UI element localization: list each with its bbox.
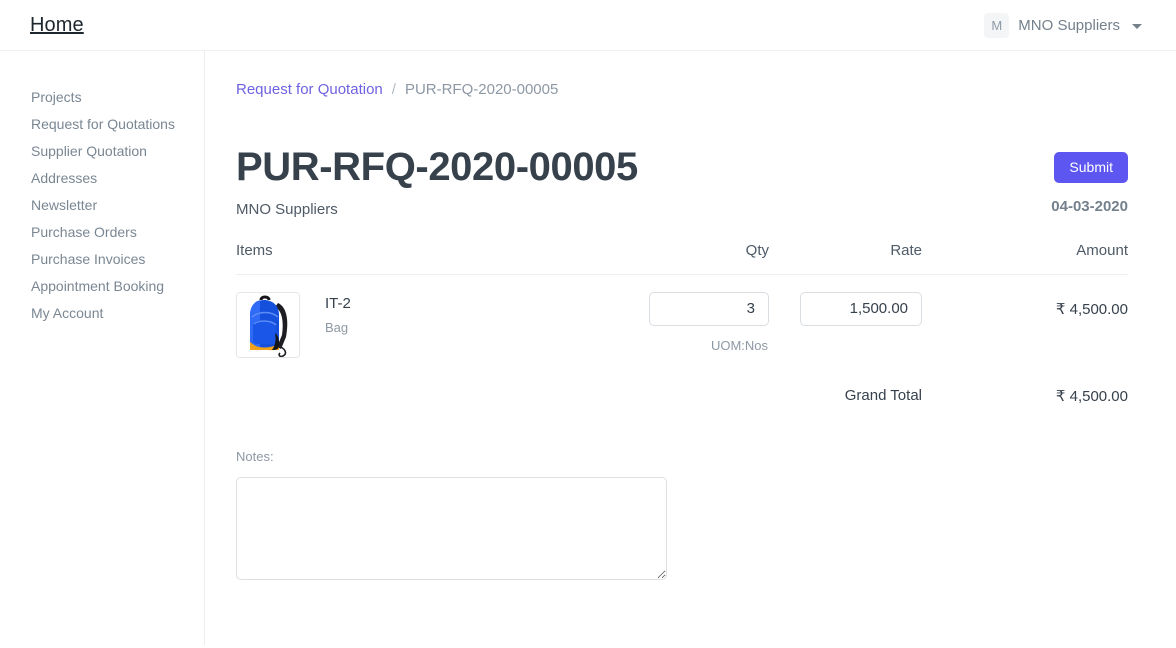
breadcrumb: Request for Quotation / PUR-RFQ-2020-000…: [236, 81, 1128, 98]
table-row: IT-2 Bag UOM:Nos ₹ 4,500.00: [236, 275, 1128, 359]
sidebar-item-newsletter[interactable]: Newsletter: [0, 192, 204, 219]
main-content: Request for Quotation / PUR-RFQ-2020-000…: [205, 51, 1176, 648]
grand-total-spacer: [236, 358, 621, 405]
user-name-label: MNO Suppliers: [1018, 16, 1120, 34]
items-table: Items Qty Rate Amount IT-2 Bag 3 UOM:Nos…: [236, 242, 1128, 405]
blue-backpack-image: [236, 292, 300, 358]
amount-value: ₹ 4,500.00: [1055, 301, 1128, 318]
table-header-row: Items Qty Rate Amount: [236, 242, 1128, 275]
document-date: 04-03-2020: [1051, 198, 1128, 215]
notes-section: Notes:: [236, 449, 1128, 580]
sidebar-item-request-for-quotations[interactable]: Request for Quotations: [0, 111, 204, 138]
qty-input[interactable]: [649, 292, 769, 326]
chevron-down-icon: [1132, 23, 1142, 29]
rate-cell: [769, 275, 922, 359]
grand-total-row: Grand Total ₹ 4,500.00: [236, 358, 1128, 405]
rate-input[interactable]: [800, 292, 922, 326]
sidebar-item-purchase-orders[interactable]: Purchase Orders: [0, 219, 204, 246]
sidebar-item-supplier-quotation[interactable]: Supplier Quotation: [0, 138, 204, 165]
avatar: M: [984, 12, 1010, 38]
items-table-head: Items Qty Rate Amount: [236, 242, 1128, 275]
item-description: Bag: [325, 320, 349, 335]
column-header-amount: Amount: [922, 242, 1128, 275]
items-table-body: IT-2 Bag UOM:Nos ₹ 4,500.00 Grand Tot: [236, 275, 1128, 405]
home-brand-link[interactable]: Home: [30, 14, 84, 37]
item-cell: IT-2 Bag: [236, 275, 621, 358]
user-menu[interactable]: M MNO Suppliers: [984, 12, 1142, 38]
document-header-right: Submit 04-03-2020: [1051, 144, 1128, 215]
sidebar-item-my-account[interactable]: My Account: [0, 300, 204, 327]
qty-cell: UOM:Nos: [621, 275, 769, 359]
column-header-items: Items: [236, 242, 621, 275]
sidebar-item-addresses[interactable]: Addresses: [0, 165, 204, 192]
uom-label: UOM:Nos: [710, 338, 768, 353]
item-info: IT-2 Bag: [325, 292, 351, 335]
column-header-qty: Qty: [621, 242, 769, 275]
submit-button[interactable]: Submit: [1054, 152, 1128, 183]
grand-total-value: ₹ 4,500.00: [1055, 388, 1128, 405]
document-supplier: MNO Suppliers: [236, 201, 338, 218]
document-header: PUR-RFQ-2020-00005 MNO Suppliers Submit …: [236, 144, 1128, 218]
grand-total-spacer-2: [621, 358, 769, 405]
item-name: IT-2: [325, 295, 351, 312]
grand-total-label: Grand Total: [844, 387, 922, 404]
top-navbar: Home M MNO Suppliers: [0, 0, 1176, 51]
notes-label: Notes:: [236, 449, 274, 464]
breadcrumb-current: PUR-RFQ-2020-00005: [404, 81, 559, 98]
sidebar-item-appointment-booking[interactable]: Appointment Booking: [0, 273, 204, 300]
breadcrumb-parent-link[interactable]: Request for Quotation: [236, 81, 383, 98]
sidebar-item-purchase-invoices[interactable]: Purchase Invoices: [0, 246, 204, 273]
sidebar: Projects Request for Quotations Supplier…: [0, 51, 205, 645]
notes-textarea[interactable]: [236, 477, 667, 580]
column-header-rate: Rate: [769, 242, 922, 275]
document-header-left: PUR-RFQ-2020-00005 MNO Suppliers: [236, 144, 638, 218]
breadcrumb-separator: /: [391, 81, 396, 98]
page-title: PUR-RFQ-2020-00005: [236, 145, 638, 189]
sidebar-item-projects[interactable]: Projects: [0, 84, 204, 111]
